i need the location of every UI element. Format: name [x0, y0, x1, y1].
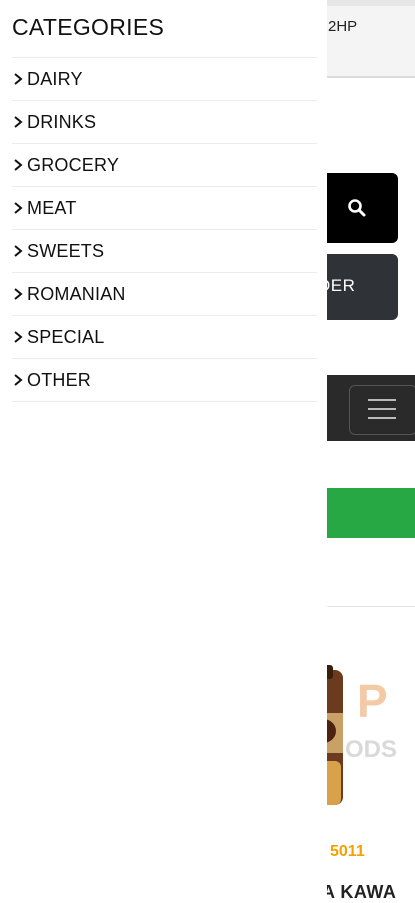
category-label: SWEETS: [27, 240, 105, 261]
category-label: ROMANIAN: [27, 283, 126, 304]
chevron-right-icon: [14, 374, 23, 386]
chevron-right-icon: [14, 159, 23, 171]
category-label: GROCERY: [27, 154, 120, 175]
category-label: SPECIAL: [27, 326, 105, 347]
category-item-other[interactable]: OTHER: [12, 359, 317, 402]
drawer-title: CATEGORIES: [12, 14, 165, 40]
chevron-right-icon: [14, 331, 23, 343]
category-label: OTHER: [27, 369, 91, 390]
logo-text: ODS: [345, 736, 397, 763]
category-item-drinks[interactable]: DRINKS: [12, 101, 317, 144]
search-icon: [348, 199, 366, 217]
chevron-right-icon: [14, 245, 23, 257]
svg-text:P: P: [357, 675, 388, 727]
category-item-grocery[interactable]: GROCERY: [12, 144, 317, 187]
hamburger-icon: [368, 408, 396, 410]
category-label: MEAT: [27, 197, 77, 218]
category-list: DAIRY DRINKS GROCERY MEAT SWEETS ROMANIA…: [12, 57, 317, 402]
hamburger-icon: [368, 399, 396, 401]
category-label: DRINKS: [27, 111, 97, 132]
category-item-romanian[interactable]: ROMANIAN: [12, 273, 317, 316]
chevron-right-icon: [14, 73, 23, 85]
menu-toggle-button[interactable]: [349, 385, 415, 435]
category-label: DAIRY: [27, 68, 83, 89]
category-item-special[interactable]: SPECIAL: [12, 316, 317, 359]
chevron-right-icon: [14, 202, 23, 214]
category-item-meat[interactable]: MEAT: [12, 187, 317, 230]
chevron-right-icon: [14, 116, 23, 128]
category-item-sweets[interactable]: SWEETS: [12, 230, 317, 273]
category-item-dairy[interactable]: DAIRY: [12, 58, 317, 101]
product-code: 5011: [330, 843, 365, 860]
categories-drawer: CATEGORIES DAIRY DRINKS GROCERY MEAT SWE…: [0, 0, 327, 900]
header-text: 2HP: [328, 18, 358, 35]
hamburger-icon: [368, 417, 396, 419]
chevron-right-icon: [14, 288, 23, 300]
